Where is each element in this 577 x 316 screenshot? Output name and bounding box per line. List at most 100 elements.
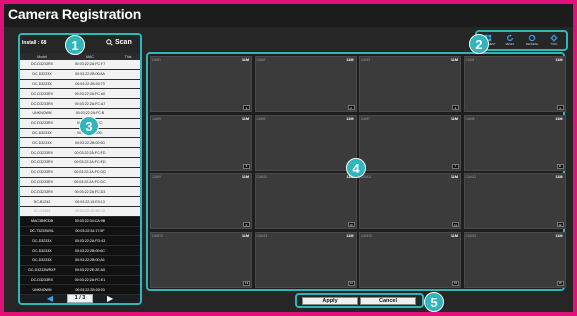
camera-tile[interactable]: CAM11 11M 11 <box>359 173 461 229</box>
row-model: DC-D3233WRXF <box>28 268 56 273</box>
camera-name: CAM4 <box>465 58 475 62</box>
table-row[interactable]: DC-D3233RX 00:03:22:2A:FC:A7 <box>20 99 140 109</box>
row-mac: 00:03:22:2A:FC:D3 <box>74 189 106 194</box>
camera-name: CAM8 <box>465 116 475 121</box>
row-model: DC-D3233RX <box>31 170 53 175</box>
camera-channel-number: 11 <box>452 222 459 227</box>
camera-tile[interactable]: CAM15 11M 15 <box>359 231 461 288</box>
table-row[interactable]: DC-D3233RX 00:03:22:2A:FC:F7 <box>20 60 140 70</box>
row-model: DC-D3233X <box>32 248 52 253</box>
table-row[interactable]: DC-D3233RX 00:03:22:2A:FC:DC <box>20 177 140 188</box>
install-count: Install : 68 <box>22 40 47 46</box>
camera-resolution: 11M <box>555 58 563 62</box>
camera-tile[interactable]: CAM5 11M 5 <box>150 114 252 171</box>
camera-tile[interactable]: CAM611M6 <box>254 114 357 171</box>
row-mac: 00:03:22:2A:FD:43 <box>74 238 106 243</box>
camera-name: CAM1 <box>152 58 161 62</box>
table-row[interactable]: MAC3B9CDB 00:03:22:34:CA:9B <box>20 216 140 227</box>
row-model: DC-D3233RX <box>31 101 53 106</box>
prev-page-icon[interactable]: ◀ <box>47 294 53 303</box>
reset-button[interactable]: RESET <box>501 34 519 50</box>
table-row[interactable]: DC-D3233RX 00:03:22:2A:FC:DD <box>20 167 140 178</box>
table-row[interactable]: DC-D3233RX 00:03:22:2A:FC:ED <box>20 157 140 168</box>
table-row[interactable]: DC-D3233X 00:03:22:2B:00:9D <box>20 138 140 149</box>
table-row[interactable]: DC-D3233WRXF 00:03:22:2E:2E:A0 <box>20 265 140 276</box>
camera-channel-number: 16 <box>556 280 564 286</box>
apply-button[interactable]: Apply <box>302 297 358 305</box>
scan-button[interactable]: Scan <box>106 39 132 46</box>
scan-label: Scan <box>115 39 132 46</box>
row-model: DC-D3233RX <box>31 62 53 67</box>
camera-channel-number: 8 <box>556 163 564 169</box>
row-mac: 00:03:22:2E:2E:A0 <box>74 268 106 273</box>
callout-badge-1: 1 <box>65 35 85 55</box>
col-this: This <box>124 54 132 59</box>
row-mac: 00:03:22:2B:00:A1 <box>75 258 105 263</box>
table-row[interactable]: DC-D3233RX 00:03:22:2A:FC:D3 <box>20 187 140 198</box>
camera-resolution: 11M <box>555 116 563 121</box>
camera-tile[interactable]: CAM1 11M 1 <box>150 56 252 112</box>
camera-name: CAM16 <box>465 233 477 238</box>
callout-badge-5: 5 <box>424 292 444 312</box>
camera-resolution: 11M <box>450 116 458 121</box>
camera-name: CAM5 <box>152 116 161 121</box>
row-mac: 00:03:22:2A:FC:DC <box>74 179 106 184</box>
row-model: DC-B1243 <box>33 199 51 204</box>
camera-name: CAM2 <box>256 58 266 62</box>
camera-name: CAM7 <box>361 116 370 121</box>
camera-tile[interactable]: CAM8 11M 8 <box>463 114 566 171</box>
table-row[interactable]: DC-T3233WXL 00:03:22:34:17:5F <box>20 226 140 237</box>
camera-tile[interactable]: CAM9 11M 9 <box>150 173 252 229</box>
page-indicator[interactable]: 1 / 3 <box>67 293 93 303</box>
table-row[interactable]: DC-D3233RX 00:03:22:2A:FC:A0 <box>20 89 140 100</box>
table-row[interactable]: UNKNOWN 00:03:22:2A:FC:B <box>20 108 140 119</box>
camera-name: CAM10 <box>256 175 268 179</box>
row-mac: 00:03:22:34:CA:9B <box>74 219 106 224</box>
row-model: DC-D3233X <box>32 72 52 77</box>
grid-toolbar: ALIGNMENT RESET REFRESH TOOL <box>475 30 568 51</box>
camera-channel-number: 7 <box>452 163 459 169</box>
row-mac: 00:03:22:19:E0:13 <box>75 199 105 204</box>
camera-tile[interactable]: CAM4 11M 4 <box>463 56 566 112</box>
camera-tile[interactable]: CAM14 11M 14 <box>254 231 357 288</box>
camera-tile[interactable]: CAM2 11M 2 <box>254 56 357 112</box>
camera-tile[interactable]: CAM10 11M 10 <box>254 173 357 229</box>
camera-resolution: 11M <box>450 233 458 238</box>
reset-label: RESET <box>505 43 515 46</box>
camera-channel-number: 4 <box>556 105 564 110</box>
cancel-button[interactable]: Cancel <box>360 297 416 305</box>
camera-resolution: 11M <box>241 233 249 238</box>
camera-name: CAM9 <box>152 175 161 179</box>
camera-tile[interactable]: CAM7 11M 7 <box>359 114 461 171</box>
row-model: DC-D3233X <box>32 81 52 86</box>
refresh-button[interactable]: REFRESH <box>523 34 541 50</box>
row-mac: 00:03:22:2B:00:9D <box>75 140 105 145</box>
table-row[interactable]: DC-D3233RX 00:03:22:2A:FC:E1 <box>20 275 140 286</box>
camera-registration-window: Camera Registration Install : 68 Scan Mo… <box>4 4 573 312</box>
tool-button[interactable]: TOOL <box>545 34 563 50</box>
table-row[interactable]: DC-D3233X 00:03:22:2B:00:73 <box>20 79 140 90</box>
table-row[interactable]: DC-B1243 00:03:22:19:E0:13 <box>20 197 140 207</box>
camera-channel-number: 10 <box>347 222 355 227</box>
table-row[interactable]: DC-D3233RX 00:03:22:2A:FC:FD <box>20 148 140 158</box>
row-model: DC-D3233RX <box>31 150 53 155</box>
pagination: ◀ 1 / 3 ▶ <box>20 291 140 303</box>
table-row[interactable]: DC-D3233X 00:03:22:2A:FD:43 <box>20 236 140 247</box>
camera-tile[interactable]: CAM3 11M 3 <box>359 56 461 112</box>
row-mac: 00:03:22:2B:00:8A <box>75 72 105 77</box>
row-model: DC-D3233RX <box>31 91 53 96</box>
table-row[interactable]: DC-V4263 00:03:22:1D:B0:12 <box>20 206 140 217</box>
table-header: Model MAC This <box>20 53 140 60</box>
camera-resolution: 11M <box>346 58 354 62</box>
table-row[interactable]: DC-D3233X 00:03:22:2B:00:A1 <box>20 255 140 266</box>
camera-tile[interactable]: CAM16 11M 16 <box>463 231 566 288</box>
refresh-label: REFRESH <box>525 43 539 46</box>
table-row[interactable]: DC-D3233X 00:03:22:2B:00:8A <box>20 69 140 80</box>
next-page-icon[interactable]: ▶ <box>107 294 113 303</box>
camera-tile[interactable]: CAM12 11M 12 <box>463 173 566 229</box>
camera-tile[interactable]: CAM13 11M 13 <box>150 231 252 288</box>
row-model: DC-D3233RX <box>31 160 53 165</box>
table-row[interactable]: DC-D3233X 00:03:22:2B:00:6C <box>20 246 140 256</box>
camera-resolution: 11M <box>555 233 563 238</box>
row-mac: 00:03:22:2A:FC:FD <box>74 150 106 155</box>
